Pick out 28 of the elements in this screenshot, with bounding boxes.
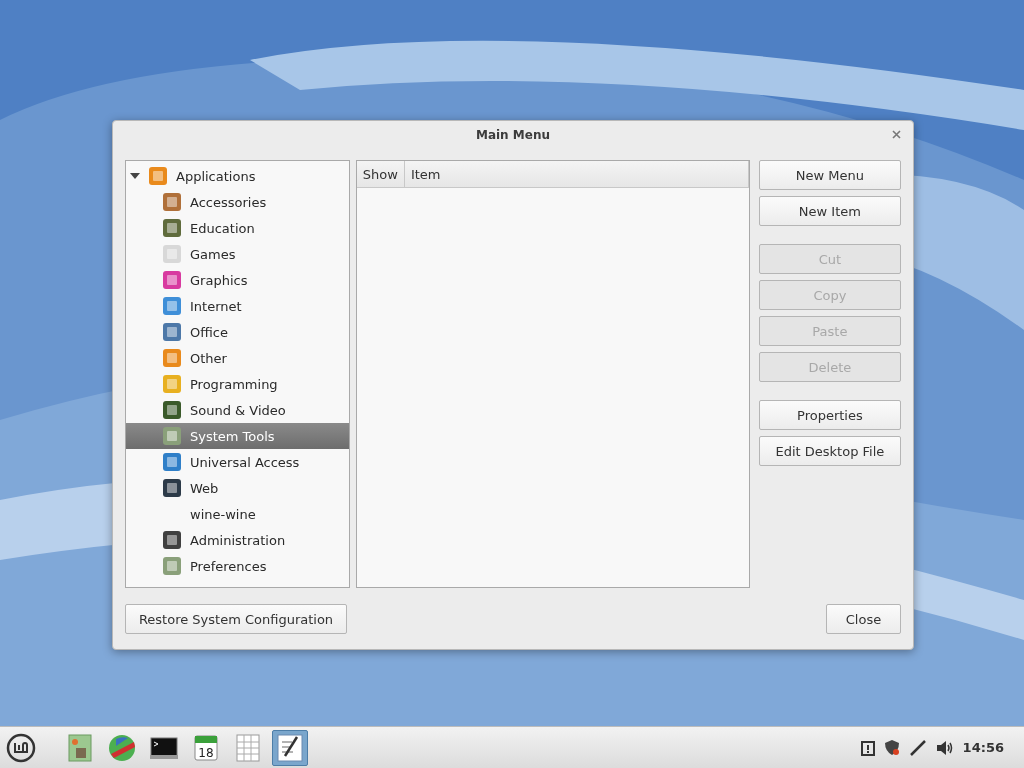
tree-item[interactable]: Web [126,475,349,501]
tree-item[interactable]: wine-wine [126,501,349,527]
launcher-button[interactable]: 18 [188,729,224,766]
window-title: Main Menu [475,128,550,142]
tree-item[interactable]: Universal Access [126,449,349,475]
tree-item[interactable]: Other [126,345,349,371]
tree-item[interactable]: Accessories [126,189,349,215]
close-button[interactable]: Close [826,604,901,634]
tree-item[interactable]: Games [126,241,349,267]
tree-item[interactable]: System Tools [126,423,349,449]
action-button[interactable]: Properties [758,400,901,430]
column-header[interactable]: Show [356,161,405,187]
tree-item[interactable]: Office [126,319,349,345]
restore-button[interactable]: Restore System Configuration [125,604,347,634]
action-button[interactable]: Edit Desktop File [758,436,901,466]
tree-item[interactable]: Applications [176,168,256,184]
tree-item[interactable]: Programming [126,371,349,397]
tree-item[interactable]: Sound & Video [126,397,349,423]
column-header[interactable]: Item [404,161,749,187]
tree-item[interactable]: Preferences [126,553,349,579]
tree-item[interactable]: Internet [126,293,349,319]
calendar-icon[interactable]: 18 [194,734,218,761]
action-button[interactable]: New Menu [758,160,901,190]
tree-item[interactable]: Administration [126,527,349,553]
tree-item[interactable]: Education [126,215,349,241]
action-button[interactable]: New Item [758,196,901,226]
clock[interactable]: 14:56 [962,740,1004,755]
tree-item[interactable]: Graphics [126,267,349,293]
